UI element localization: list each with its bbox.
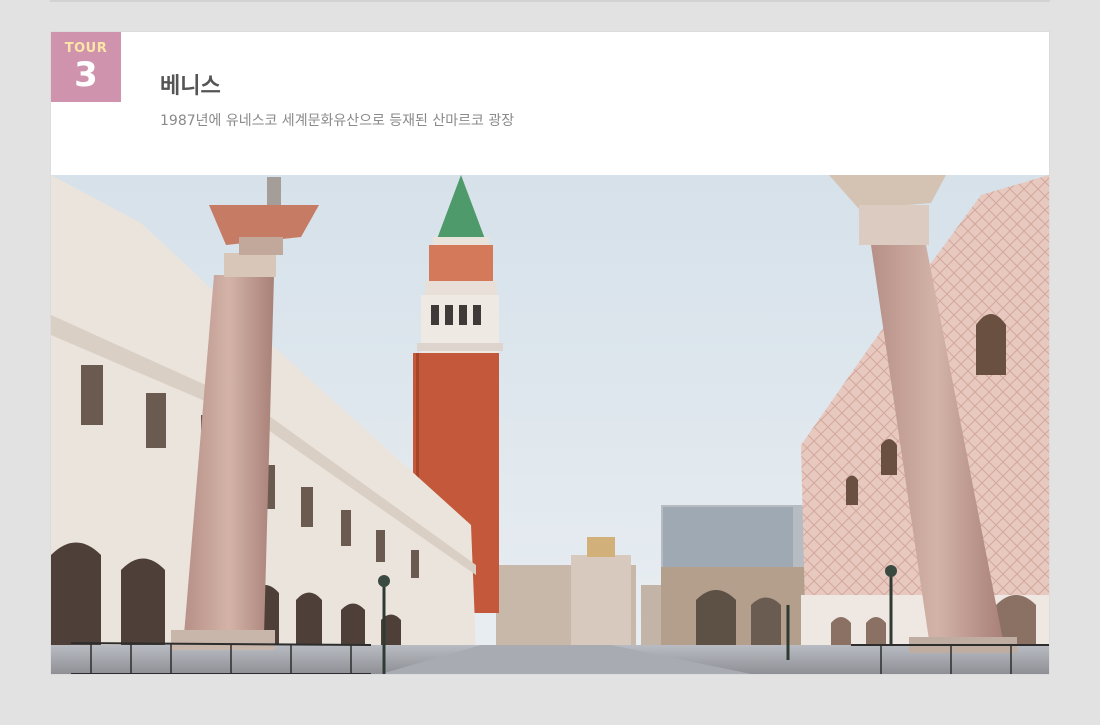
tour-title: 베니스: [160, 74, 221, 99]
tour-photo: [51, 175, 1049, 674]
tour-subtitle: 1987년에 유네스코 세계문화유산으로 등재된 산마르코 광장: [160, 113, 515, 129]
tour-card: TOUR 3 베니스 1987년에 유네스코 세계문화유산으로 등재된 산마르코…: [50, 31, 1050, 675]
tour-badge: TOUR 3: [51, 32, 121, 102]
top-divider: [50, 0, 1050, 2]
venice-piazza-san-marco-photo: [51, 175, 1049, 674]
tour-badge-number: 3: [74, 55, 98, 95]
